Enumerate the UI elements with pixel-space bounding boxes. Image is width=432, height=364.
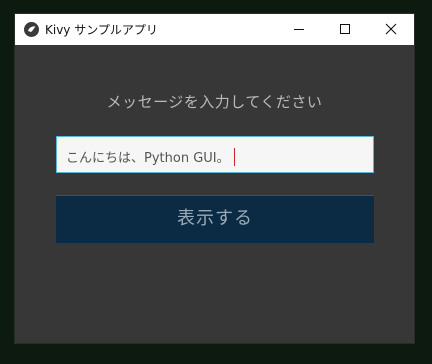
window-title: Kivy サンプルアプリ [45,23,158,37]
close-icon [385,23,397,35]
message-input-text: こんにちは、Python GUI。 [66,151,230,166]
maximize-icon [340,24,350,34]
text-caret [233,148,235,166]
kivy-logo-icon [24,22,39,37]
show-button[interactable]: 表示する [56,195,374,243]
app-window: Kivy サンプルアプリ メッセージを入力してください こんにちは、Python… [14,13,415,344]
prompt-label: メッセージを入力してください [106,93,323,111]
message-input-value: こんにちは、Python GUI。 [66,147,235,166]
message-input[interactable]: こんにちは、Python GUI。 [56,136,374,173]
maximize-button[interactable] [322,14,368,45]
title-bar[interactable]: Kivy サンプルアプリ [15,14,414,45]
close-button[interactable] [368,14,414,45]
minimize-icon [294,29,304,30]
minimize-button[interactable] [276,14,322,45]
